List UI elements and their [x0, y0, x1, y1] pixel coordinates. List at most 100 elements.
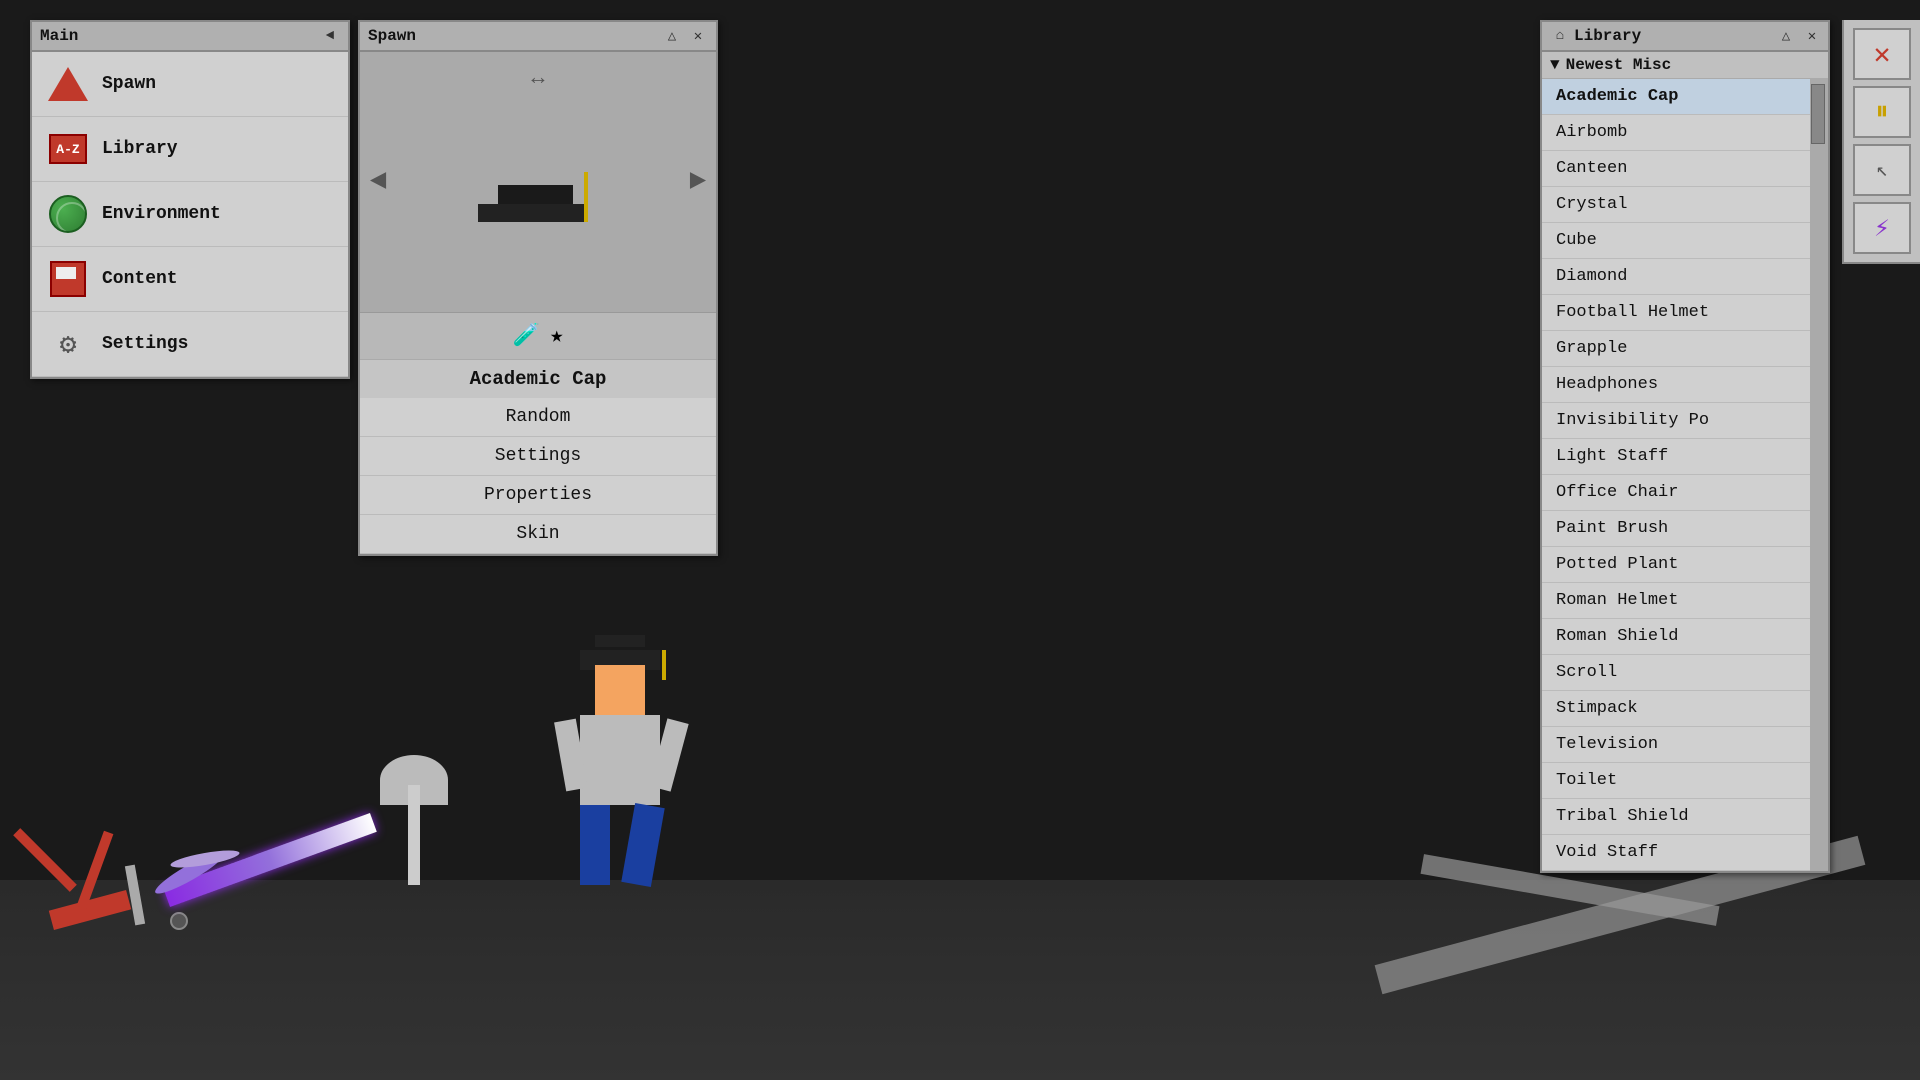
library-item-scroll[interactable]: Scroll [1542, 655, 1810, 691]
main-panel-collapse[interactable]: ◄ [320, 26, 340, 46]
char-cap-top [595, 635, 645, 647]
menu-item-environment[interactable]: Environment [32, 182, 348, 247]
spawn-icons-row: 🧪 ★ [360, 312, 716, 359]
library-item-roman-shield[interactable]: Roman Shield [1542, 619, 1810, 655]
spawn-menu-label: Spawn [102, 74, 156, 94]
scrollbar-thumb[interactable] [1811, 84, 1825, 144]
right-toolbar: ✕ ⏸ ↖ ⚡ [1842, 20, 1920, 264]
triangle-icon [48, 67, 88, 101]
library-menu-label: Library [102, 139, 178, 159]
library-item-canteen[interactable]: Canteen [1542, 151, 1810, 187]
library-container: Academic CapAirbombCanteenCrystalCubeDia… [1542, 79, 1828, 871]
close-icon: ✕ [1874, 37, 1891, 72]
menu-item-settings[interactable]: ⚙ Settings [32, 312, 348, 377]
toolbar-pause-button[interactable]: ⏸ [1853, 86, 1911, 138]
char-tassel [662, 650, 666, 680]
floppy-icon [50, 261, 86, 297]
library-item-paint-brush[interactable]: Paint Brush [1542, 511, 1810, 547]
environment-menu-icon [46, 192, 90, 236]
toolbar-lightning-button[interactable]: ⚡ [1853, 202, 1911, 254]
spawn-settings[interactable]: Settings [360, 437, 716, 476]
gear-icon: ⚙ [60, 327, 77, 362]
library-home-btn[interactable]: ⌂ [1550, 26, 1570, 46]
library-item-airbomb[interactable]: Airbomb [1542, 115, 1810, 151]
cap-preview [478, 142, 598, 222]
library-item-invisibility-p[interactable]: Invisibility Po [1542, 403, 1810, 439]
menu-item-spawn[interactable]: Spawn [32, 52, 348, 117]
lightning-icon: ⚡ [1874, 213, 1890, 244]
spawn-skin[interactable]: Skin [360, 515, 716, 554]
jack-wheel [170, 912, 188, 930]
settings-menu-label: Settings [102, 334, 188, 354]
az-icon: A-Z [49, 134, 87, 164]
spawn-item-name: Academic Cap [360, 359, 716, 398]
menu-item-content[interactable]: Content [32, 247, 348, 312]
cap-brim-preview [478, 204, 588, 222]
library-icon-group: A-Z [49, 134, 87, 164]
globe-icon [49, 195, 87, 233]
library-item-light-staff[interactable]: Light Staff [1542, 439, 1810, 475]
resize-icon[interactable]: ↔ [531, 66, 544, 91]
sword-feathers [150, 820, 270, 880]
library-item-cube[interactable]: Cube [1542, 223, 1810, 259]
library-item-toilet[interactable]: Toilet [1542, 763, 1810, 799]
library-item-tribal-shield[interactable]: Tribal Shield [1542, 799, 1810, 835]
main-panel-titlebar: Main ◄ [32, 22, 348, 52]
toolbar-close-button[interactable]: ✕ [1853, 28, 1911, 80]
fan-object [380, 755, 450, 885]
character [560, 645, 680, 885]
library-category-arrow: ▼ [1550, 56, 1560, 74]
spawn-close-btn[interactable]: ✕ [688, 26, 708, 46]
spawn-minimize-btn[interactable]: △ [662, 26, 682, 46]
char-head [595, 665, 645, 715]
library-panel-controls: △ ✕ [1774, 26, 1822, 46]
library-category-label: Newest Misc [1566, 56, 1672, 74]
library-title: Library [1574, 27, 1770, 45]
library-minimize-btn[interactable]: △ [1776, 26, 1796, 46]
spawn-panel-titlebar: Spawn △ ✕ [360, 22, 716, 52]
spawn-preview-area: ↔ ◄ ► [360, 52, 716, 312]
library-list: Academic CapAirbombCanteenCrystalCubeDia… [1542, 79, 1810, 871]
library-menu-icon: A-Z [46, 127, 90, 171]
library-item-football-helmet[interactable]: Football Helmet [1542, 295, 1810, 331]
library-item-office-chair[interactable]: Office Chair [1542, 475, 1810, 511]
settings-menu-icon: ⚙ [46, 322, 90, 366]
char-left-leg [580, 805, 610, 885]
library-item-crystal[interactable]: Crystal [1542, 187, 1810, 223]
menu-item-library[interactable]: A-Z Library [32, 117, 348, 182]
toolbar-cursor-button[interactable]: ↖ [1853, 144, 1911, 196]
library-scrollbar[interactable] [1810, 79, 1828, 871]
library-close-btn[interactable]: ✕ [1802, 26, 1822, 46]
library-category-row[interactable]: ▼ Newest Misc [1542, 52, 1828, 79]
fallen-object [30, 750, 230, 930]
library-item-grapple[interactable]: Grapple [1542, 331, 1810, 367]
spawn-random[interactable]: Random [360, 398, 716, 437]
spawn-properties[interactable]: Properties [360, 476, 716, 515]
environment-menu-label: Environment [102, 204, 221, 224]
char-right-leg [621, 803, 664, 887]
spawn-arrow-right[interactable]: ► [689, 167, 706, 198]
cap-tassel-preview [584, 172, 588, 222]
library-item-potted-plant[interactable]: Potted Plant [1542, 547, 1810, 583]
content-menu-icon [46, 257, 90, 301]
cursor-icon: ↖ [1876, 157, 1888, 183]
main-panel-title: Main [40, 27, 318, 45]
spawn-menu-icon [46, 62, 90, 106]
star-icon[interactable]: ★ [550, 323, 563, 349]
char-body [580, 715, 660, 805]
library-item-roman-helmet[interactable]: Roman Helmet [1542, 583, 1810, 619]
library-item-television[interactable]: Television [1542, 727, 1810, 763]
library-item-headphones[interactable]: Headphones [1542, 367, 1810, 403]
library-item-academic-cap[interactable]: Academic Cap [1542, 79, 1810, 115]
library-titlebar: ⌂ Library △ ✕ [1542, 22, 1828, 52]
library-item-diamond[interactable]: Diamond [1542, 259, 1810, 295]
fan-pole [408, 785, 420, 885]
library-item-void-staff[interactable]: Void Staff [1542, 835, 1810, 871]
jack-arm3 [125, 865, 145, 926]
flask-icon[interactable]: 🧪 [513, 323, 540, 349]
library-item-stimpack[interactable]: Stimpack [1542, 691, 1810, 727]
pause-icon: ⏸ [1875, 97, 1888, 127]
spawn-panel-controls: △ ✕ [660, 26, 708, 46]
content-menu-label: Content [102, 269, 178, 289]
spawn-arrow-left[interactable]: ◄ [370, 167, 387, 198]
